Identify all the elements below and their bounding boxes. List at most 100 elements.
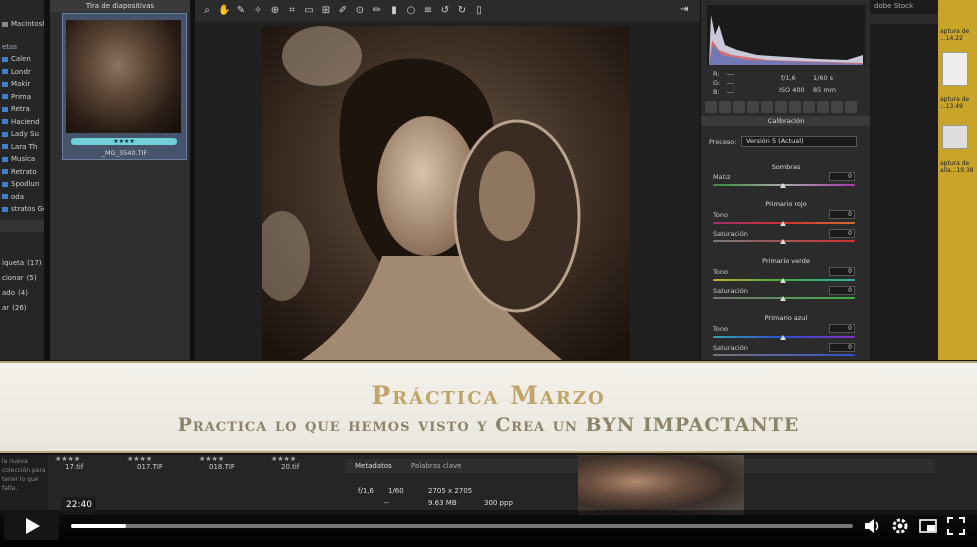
tab-metadata[interactable]: Metadatos xyxy=(355,462,392,470)
folder-item[interactable]: Londr xyxy=(0,66,44,79)
red-eye-icon[interactable]: ⊙ xyxy=(354,5,366,17)
blue-sat-value[interactable]: 0 xyxy=(829,343,855,352)
effects-icon[interactable] xyxy=(789,101,801,113)
folder-item[interactable]: Haciend xyxy=(0,116,44,129)
time-tooltip: 22:40 xyxy=(62,497,96,514)
folder-item[interactable]: Retra xyxy=(0,103,44,116)
crop-icon[interactable]: ⌗ xyxy=(286,5,298,17)
blue-sat-label: Saturación xyxy=(713,344,748,352)
list-icon[interactable]: ≡ xyxy=(422,5,434,17)
progress-track[interactable] xyxy=(71,524,853,528)
desktop-thumb-1[interactable] xyxy=(942,52,968,86)
histogram xyxy=(707,5,865,65)
blue-hue-thumb[interactable] xyxy=(780,335,786,340)
hand-icon[interactable]: ✋ xyxy=(218,5,230,17)
desktop-file-1[interactable]: aptura de ...14.22 xyxy=(940,28,974,42)
drive-label[interactable]: Macintosh xyxy=(11,20,44,28)
fx-icon[interactable] xyxy=(803,101,815,113)
graduated-filter-icon[interactable]: ▮ xyxy=(388,5,400,17)
folder-item[interactable]: Calen xyxy=(0,53,44,66)
transform-icon[interactable]: ⊞ xyxy=(320,5,332,17)
basic-icon[interactable] xyxy=(705,101,717,113)
zoom-icon[interactable]: ⌕ xyxy=(201,5,213,17)
detail-icon[interactable] xyxy=(733,101,745,113)
file-item[interactable]: ★★★★ 20.tif xyxy=(271,455,321,475)
file-item[interactable]: ★★★★ 17.tif xyxy=(55,455,105,475)
exif-shutter: 1/60 s xyxy=(813,74,834,82)
folder-icon xyxy=(2,56,8,62)
rotate-ccw-icon[interactable]: ↺ xyxy=(439,5,451,17)
file-name: 20.tif xyxy=(281,463,300,471)
green-sat-thumb[interactable] xyxy=(780,296,786,301)
desktop-file-3[interactable]: aptura de alla...19.38 xyxy=(940,160,974,174)
exif-focal: 85 mm xyxy=(813,86,837,94)
blue-primary-title: Primario azul xyxy=(764,314,808,322)
target-adjust-icon[interactable]: ⊕ xyxy=(269,5,281,17)
spot-removal-icon[interactable]: ✐ xyxy=(337,5,349,17)
lower-app-area: la nueva colección para tener lo que fal… xyxy=(0,455,977,515)
folder-item[interactable]: oda xyxy=(0,191,44,204)
folder-item[interactable]: Makir xyxy=(0,78,44,91)
keyword-item[interactable]: cionar (5) xyxy=(0,271,44,286)
trash-icon[interactable]: ▯ xyxy=(473,5,485,17)
keyword-item[interactable]: ado (4) xyxy=(0,286,44,301)
green-hue-value[interactable]: 0 xyxy=(829,267,855,276)
fullscreen-icon[interactable] xyxy=(946,516,966,536)
folder-label: Calen xyxy=(11,55,31,64)
tint-value[interactable]: 0 xyxy=(829,172,855,181)
folder-sidebar: Macintosh etas Calen Londr Makir Prima Retra… xyxy=(0,0,45,360)
radial-filter-icon[interactable]: ○ xyxy=(405,5,417,17)
eyedropper-icon[interactable]: ✎ xyxy=(235,5,247,17)
red-sat-value[interactable]: 0 xyxy=(829,229,855,238)
green-hue-thumb[interactable] xyxy=(780,278,786,283)
folder-label: Makir xyxy=(11,80,31,89)
exit-icon[interactable]: ⇥ xyxy=(680,4,692,16)
stock-label[interactable]: dobe Stock xyxy=(874,2,913,10)
presets-icon[interactable] xyxy=(831,101,843,113)
folder-label: Lara Th xyxy=(11,142,38,151)
keyword-item[interactable]: iqueta (17) xyxy=(0,256,44,271)
folder-item[interactable]: Prima xyxy=(0,91,44,104)
desktop-thumb-2[interactable] xyxy=(942,125,968,149)
adjustment-brush-icon[interactable]: ✏ xyxy=(371,5,383,17)
folder-item[interactable]: Lady Su xyxy=(0,128,44,141)
lens-icon[interactable] xyxy=(775,101,787,113)
straighten-icon[interactable]: ▭ xyxy=(303,5,315,17)
process-select[interactable]: Versión 5 (Actual) xyxy=(741,136,857,147)
rotate-cw-icon[interactable]: ↻ xyxy=(456,5,468,17)
folder-item[interactable]: stratos Ge... xyxy=(0,203,44,216)
folder-label: Retrato xyxy=(11,167,37,176)
red-sat-thumb[interactable] xyxy=(780,239,786,244)
red-hue-value[interactable]: 0 xyxy=(829,210,855,219)
folder-item[interactable]: Lara Th xyxy=(0,141,44,154)
volume-icon[interactable] xyxy=(862,516,882,536)
folder-icon xyxy=(2,206,8,212)
keyword-count: (17) xyxy=(27,259,42,267)
pip-icon[interactable] xyxy=(918,516,938,536)
settings-icon[interactable] xyxy=(890,516,910,536)
tint-thumb[interactable] xyxy=(780,183,786,188)
file-item[interactable]: ★★★★ 018.TIF xyxy=(199,455,249,475)
calibration-icon[interactable] xyxy=(817,101,829,113)
hsl-icon[interactable] xyxy=(747,101,759,113)
green-sat-value[interactable]: 0 xyxy=(829,286,855,295)
thumbnail-rating[interactable]: ★★★★ xyxy=(71,138,177,145)
snapshots-icon[interactable] xyxy=(845,101,857,113)
keyword-item[interactable]: ar (26) xyxy=(0,301,44,316)
blue-hue-value[interactable]: 0 xyxy=(829,324,855,333)
tab-keywords[interactable]: Palabras clave xyxy=(411,462,461,470)
video-controls xyxy=(0,510,977,547)
blue-sat-slider[interactable] xyxy=(713,354,855,356)
folder-item[interactable]: Retrato xyxy=(0,166,44,179)
folder-item[interactable]: Spodlun xyxy=(0,178,44,191)
red-hue-thumb[interactable] xyxy=(780,221,786,226)
folder-item[interactable]: Musica xyxy=(0,153,44,166)
desktop-file-2[interactable]: aptura de ...13.49 xyxy=(940,96,974,110)
file-item[interactable]: ★★★★ 017.TIF xyxy=(127,455,177,475)
tone-curve-icon[interactable] xyxy=(719,101,731,113)
thumbnail-card[interactable]: ★★★★ _MG_3540.TIF xyxy=(62,13,187,160)
split-toning-icon[interactable] xyxy=(761,101,773,113)
color-sampler-icon[interactable]: ✧ xyxy=(252,5,264,17)
thumbnail-filename: _MG_3540.TIF xyxy=(101,149,148,157)
play-button[interactable] xyxy=(4,512,59,540)
